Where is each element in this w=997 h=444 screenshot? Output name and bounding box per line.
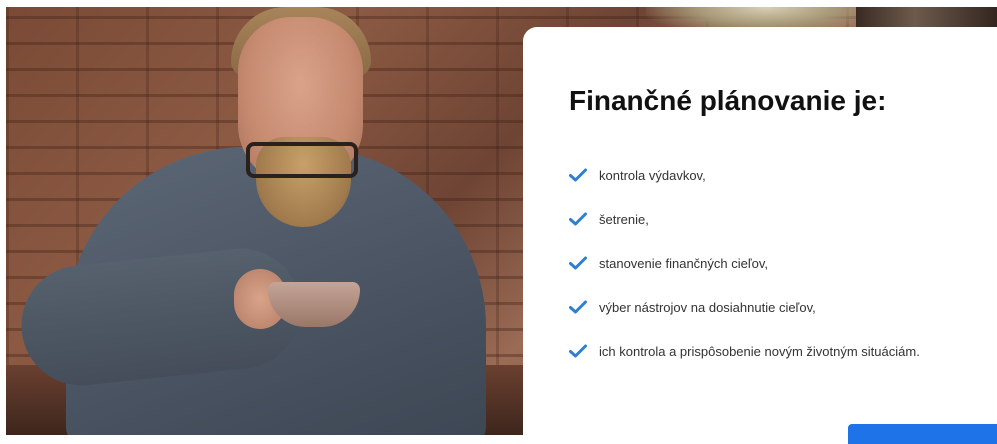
list-item: šetrenie, (569, 197, 920, 241)
list-item-text: stanovenie finančných cieľov, (599, 255, 769, 271)
check-icon (569, 300, 587, 314)
benefits-list: kontrola výdavkov, šetrenie, stanovenie … (569, 153, 920, 373)
info-card: Finančné plánovanie je: kontrola výdavko… (523, 27, 997, 444)
list-item: ich kontrola a prispôsobenie novým život… (569, 329, 920, 373)
check-icon (569, 344, 587, 358)
list-item: výber nástrojov na dosiahnutie cieľov, (569, 285, 920, 329)
cta-button[interactable] (848, 424, 997, 444)
check-icon (569, 212, 587, 226)
list-item: stanovenie finančných cieľov, (569, 241, 920, 285)
glasses (246, 142, 358, 178)
check-icon (569, 256, 587, 270)
list-item-text: výber nástrojov na dosiahnutie cieľov, (599, 299, 816, 315)
list-item: kontrola výdavkov, (569, 153, 920, 197)
list-item-text: kontrola výdavkov, (599, 167, 706, 183)
card-title: Finančné plánovanie je: (569, 85, 887, 116)
list-item-text: ich kontrola a prispôsobenie novým život… (599, 343, 920, 359)
check-icon (569, 168, 587, 182)
man-drinking-coffee (6, 7, 526, 435)
list-item-text: šetrenie, (599, 211, 649, 227)
